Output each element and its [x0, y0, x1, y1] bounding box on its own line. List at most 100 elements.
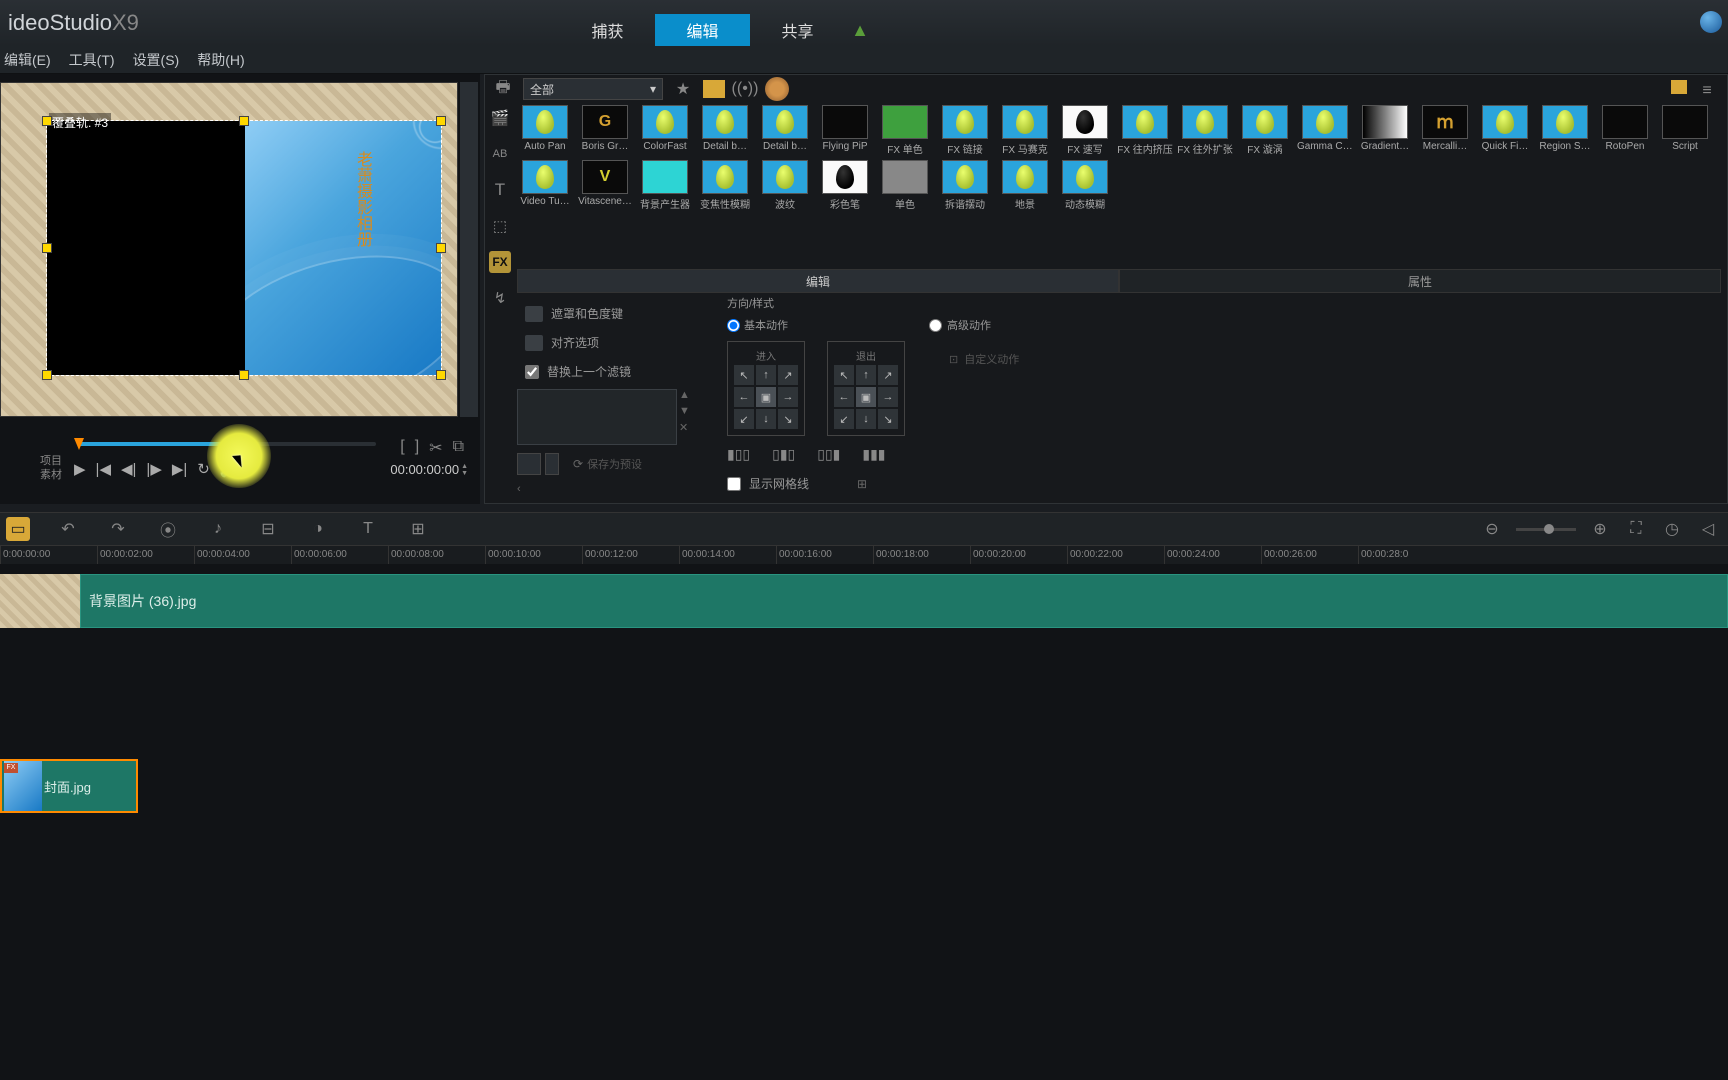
redo-icon[interactable]: ↷ — [106, 517, 130, 541]
preview-scrollbar[interactable] — [460, 82, 478, 417]
list-del-icon[interactable]: ✕ — [679, 421, 695, 434]
effect-item[interactable]: ColorFast — [637, 105, 693, 156]
preset-icon[interactable]: ⟳ — [573, 457, 583, 471]
tab-edit[interactable]: 编辑 — [655, 14, 750, 46]
effect-item[interactable]: FX 往内挤压 — [1117, 105, 1173, 156]
sidebar-fx-icon[interactable]: FX — [489, 251, 511, 273]
globe-icon[interactable] — [1700, 11, 1722, 33]
sidebar-path-icon[interactable]: ↯ — [489, 287, 511, 309]
list-up-icon[interactable]: ▲ — [679, 389, 695, 401]
menu-edit[interactable]: 编辑(E) — [4, 50, 51, 70]
list-down-icon[interactable]: ▼ — [679, 405, 695, 417]
fit-icon[interactable]: ⛶ — [1624, 517, 1648, 541]
title-icon[interactable]: T — [356, 517, 380, 541]
prop-tab-attr[interactable]: 属性 — [1119, 269, 1721, 293]
fade3-icon[interactable]: ▯▯▮ — [817, 446, 840, 463]
mask-icon[interactable] — [525, 306, 543, 322]
sound-icon[interactable]: ((•)) — [733, 78, 757, 100]
clip-cover[interactable]: FX 封面.jpg — [0, 759, 138, 813]
effect-item[interactable]: Detail b… — [697, 105, 753, 156]
tab-capture[interactable]: 捕获 — [560, 14, 655, 46]
overlay-icon[interactable]: ◑ — [306, 517, 330, 541]
folder-icon[interactable] — [703, 80, 725, 98]
filter-list[interactable] — [517, 389, 677, 445]
view-thumb-icon[interactable] — [1671, 80, 1687, 94]
zoom-slider[interactable] — [1516, 528, 1576, 531]
fade2-icon[interactable]: ▯▮▯ — [772, 446, 795, 463]
menu-settings[interactable]: 设置(S) — [133, 50, 180, 70]
effect-item[interactable]: GBoris Gr… — [577, 105, 633, 156]
record-icon[interactable]: ⦿ — [156, 517, 180, 541]
selection-box[interactable] — [46, 120, 442, 376]
align-label[interactable]: 对齐选项 — [551, 334, 599, 351]
fade1-icon[interactable]: ▮▯▯ — [727, 446, 750, 463]
cut-icon[interactable]: ✂ — [429, 438, 442, 458]
effect-item[interactable]: Gradient… — [1357, 105, 1413, 156]
time-ruler[interactable]: 0:00:00:0000:00:02:0000:00:04:0000:00:06… — [0, 546, 1728, 564]
chevron-left-icon[interactable]: ‹ — [517, 483, 521, 495]
loop-icon[interactable]: ↻ — [197, 460, 210, 478]
effect-item[interactable]: RotoPen — [1597, 105, 1653, 156]
effect-item[interactable]: 变焦性模糊 — [697, 160, 753, 211]
effect-item[interactable]: Video Tu… — [517, 160, 573, 211]
end-icon[interactable]: ▶| — [172, 460, 187, 478]
effect-item[interactable]: FX 往外扩张 — [1177, 105, 1233, 156]
sidebar-ab-icon[interactable]: AB — [489, 143, 511, 165]
menu-tools[interactable]: 工具(T) — [69, 50, 115, 70]
effect-item[interactable]: FX 速写 — [1057, 105, 1113, 156]
replace-checkbox[interactable] — [525, 365, 539, 379]
sfx-icon[interactable] — [765, 77, 789, 101]
zoom-out-icon[interactable]: ⊖ — [1480, 517, 1504, 541]
effect-item[interactable]: FX 马赛克 — [997, 105, 1053, 156]
effect-item[interactable]: 动态模糊 — [1057, 160, 1113, 211]
grid-checkbox[interactable] — [727, 477, 741, 491]
mark-out-icon[interactable]: ] — [415, 438, 419, 458]
effect-item[interactable]: 彩色笔 — [817, 160, 873, 211]
align-icon[interactable] — [525, 335, 543, 351]
effect-item[interactable]: 背景产生器 — [637, 160, 693, 211]
mark-in-icon[interactable]: [ — [400, 438, 404, 458]
swatch-1[interactable] — [517, 453, 541, 475]
tab-share[interactable]: 共享 — [750, 14, 845, 46]
sidebar-overlay-icon[interactable]: ⬚ — [489, 215, 511, 237]
clock-icon[interactable]: ◷ — [1660, 517, 1684, 541]
fade4-icon[interactable]: ▮▮▮ — [862, 446, 885, 463]
next-frame-icon[interactable]: |▶ — [146, 460, 161, 478]
scroll-left-icon[interactable]: ◁ — [1696, 517, 1720, 541]
upload-icon[interactable]: ▲ — [845, 14, 875, 46]
storyboard-icon[interactable]: ▭ — [6, 517, 30, 541]
effect-item[interactable]: FX 链接 — [937, 105, 993, 156]
prev-frame-icon[interactable]: ◀| — [121, 460, 136, 478]
effect-item[interactable]: Detail b… — [757, 105, 813, 156]
effect-item[interactable]: Script — [1657, 105, 1713, 156]
scrubber-track[interactable] — [78, 442, 376, 446]
zoom-in-icon[interactable]: ⊕ — [1588, 517, 1612, 541]
timecode[interactable]: 00:00:00:00▲▼ — [390, 462, 468, 477]
effect-item[interactable]: Region S… — [1537, 105, 1593, 156]
mask-label[interactable]: 遮罩和色度键 — [551, 305, 623, 322]
audio-icon[interactable]: ♪ — [206, 517, 230, 541]
effect-item[interactable]: ⅿMercalli… — [1417, 105, 1473, 156]
preview-canvas[interactable]: 老萧摄影相册 覆叠轨. #3 — [0, 82, 458, 417]
preview-mode[interactable]: 项目 素材 — [40, 454, 62, 482]
effect-item[interactable]: Auto Pan — [517, 105, 573, 156]
favorite-icon[interactable]: ★ — [671, 78, 695, 100]
grid-icon[interactable]: ⊞ — [406, 517, 430, 541]
view-list-icon[interactable]: ≡ — [1695, 80, 1719, 102]
category-dropdown[interactable]: 全部▾ — [523, 78, 663, 100]
effect-item[interactable]: FX 漩涡 — [1237, 105, 1293, 156]
effect-item[interactable]: Quick Fi… — [1477, 105, 1533, 156]
effect-item[interactable]: 单色 — [877, 160, 933, 211]
prop-tab-edit[interactable]: 编辑 — [517, 269, 1119, 293]
effect-item[interactable]: FX 单色 — [877, 105, 933, 156]
swap-icon[interactable]: ⧉ — [453, 438, 464, 458]
sidebar-text-icon[interactable]: T — [489, 179, 511, 201]
print-icon[interactable]: 🖶 — [491, 78, 515, 100]
swatch-dd[interactable] — [545, 453, 559, 475]
undo-icon[interactable]: ↶ — [56, 517, 80, 541]
grid-settings-icon[interactable]: ⊞ — [857, 477, 867, 491]
effect-item[interactable]: 波纹 — [757, 160, 813, 211]
radio-basic[interactable]: 基本动作 — [727, 317, 788, 333]
effect-item[interactable]: Gamma Co… — [1297, 105, 1353, 156]
chapter-icon[interactable]: ⊟ — [256, 517, 280, 541]
